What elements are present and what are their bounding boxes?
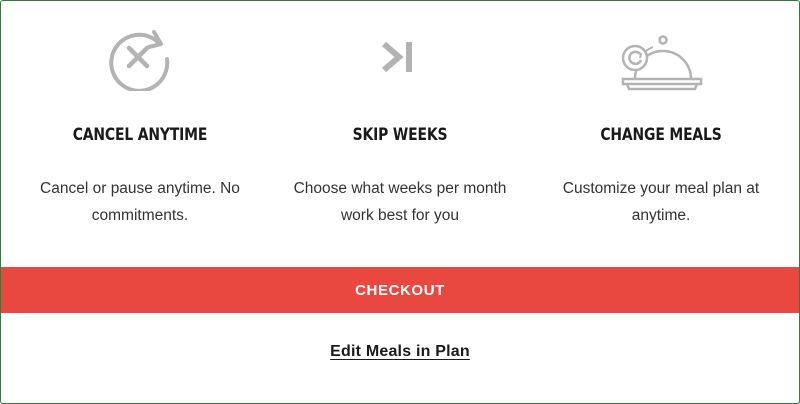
checkout-panel: CANCEL ANYTIME Cancel or pause anytime. …: [0, 0, 800, 404]
feature-description: Choose what weeks per month work best fo…: [293, 180, 507, 224]
skip-forward-icon: [370, 27, 430, 96]
cancel-cycle-icon: [102, 27, 178, 96]
feature-title: CANCEL ANYTIME: [72, 125, 208, 145]
edit-meals-container: Edit Meals in Plan: [1, 343, 799, 361]
meal-cloche-icon: [613, 27, 709, 100]
edit-meals-link[interactable]: Edit Meals in Plan: [330, 343, 470, 360]
feature-description: Customize your meal plan at anytime.: [562, 180, 760, 224]
feature-list: CANCEL ANYTIME Cancel or pause anytime. …: [1, 1, 799, 266]
checkout-button-label: CHECKOUT: [355, 281, 445, 299]
feature-title: CHANGE MEALS: [600, 125, 722, 145]
checkout-button[interactable]: CHECKOUT: [1, 267, 799, 313]
feature-description: Cancel or pause anytime. No commitments.: [40, 180, 240, 224]
feature-title: SKIP WEEKS: [352, 125, 448, 145]
